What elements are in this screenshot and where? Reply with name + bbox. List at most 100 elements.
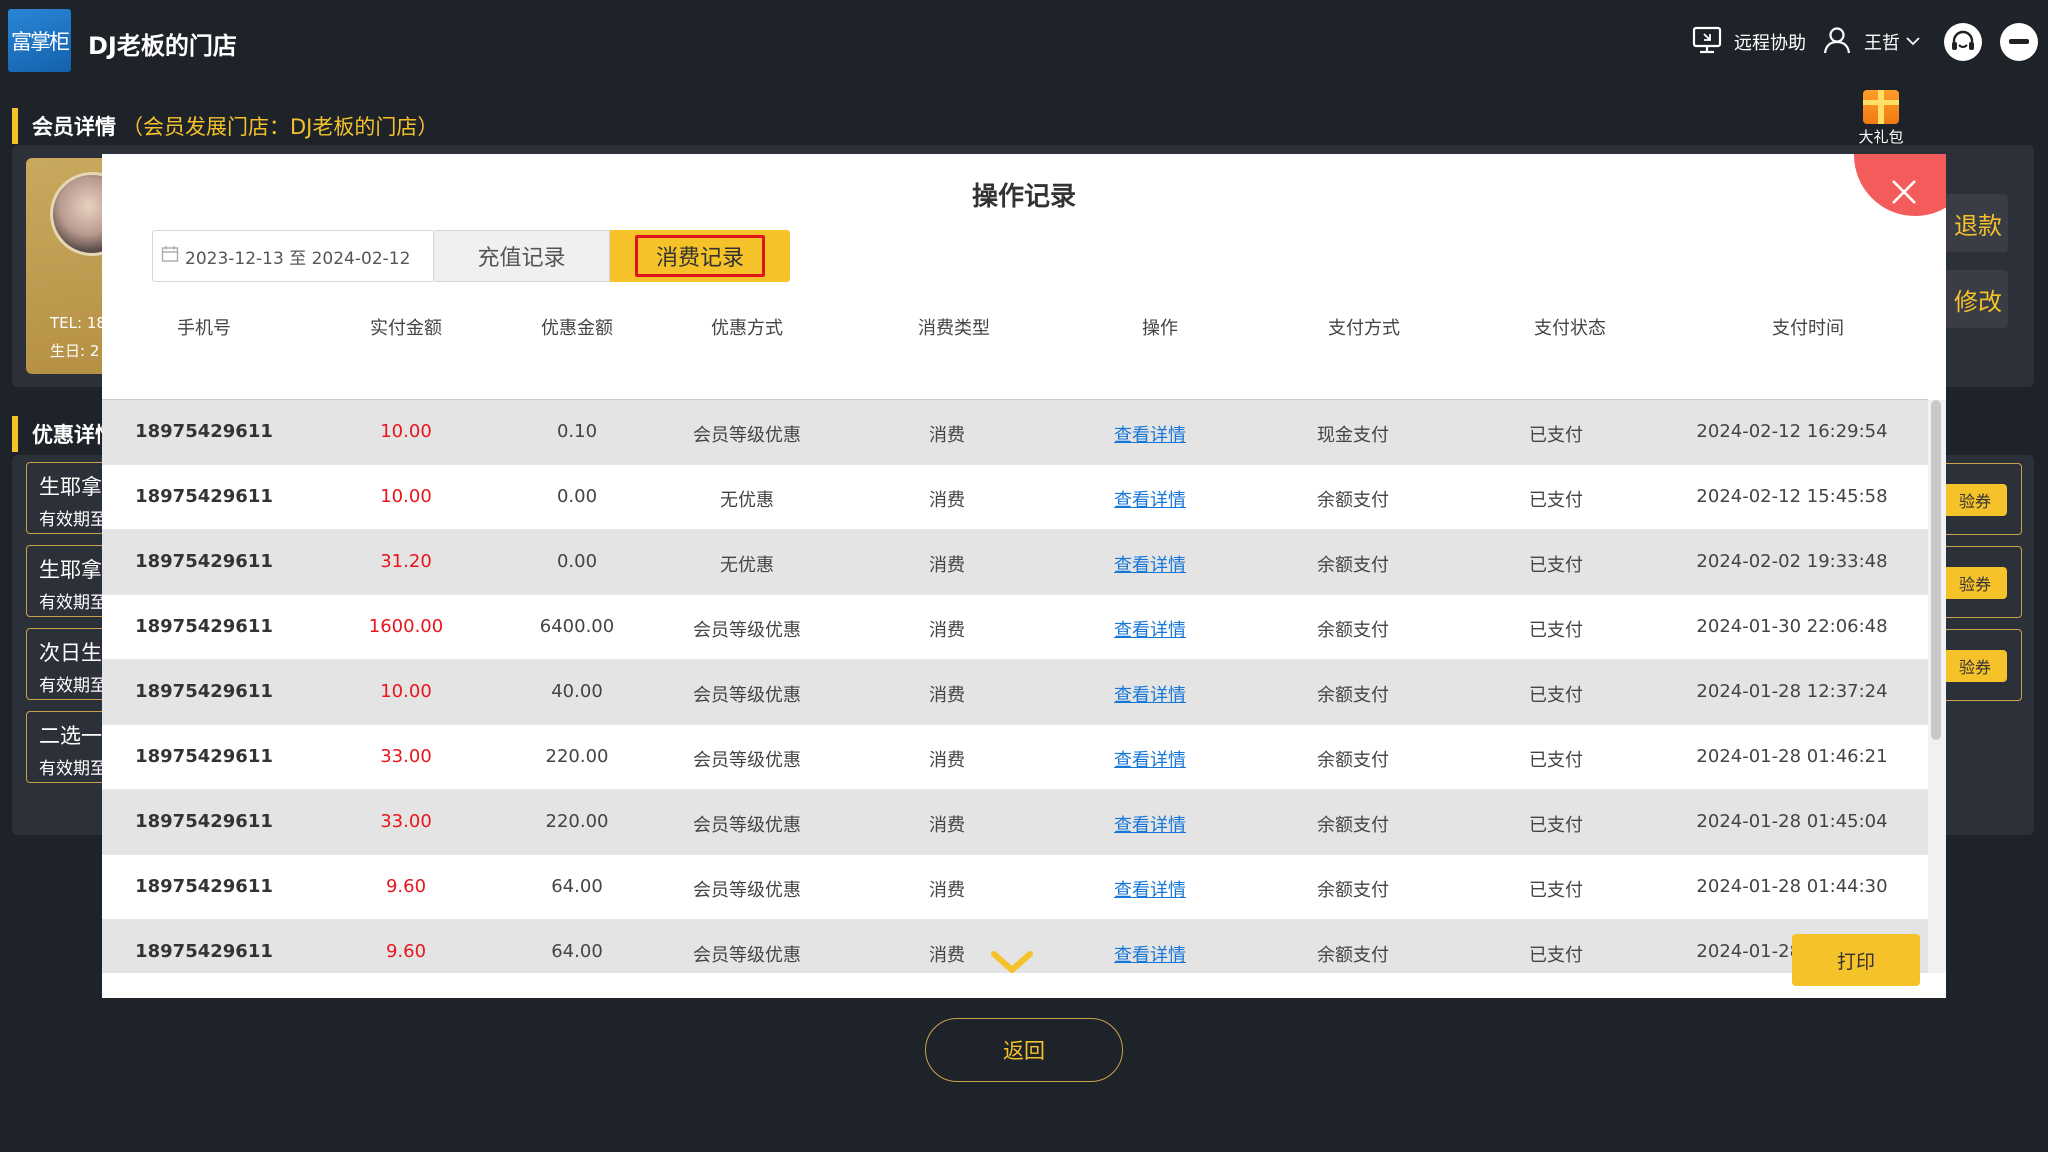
coupon-expiry: 有效期至 — [39, 593, 107, 613]
pay-status-cell: 已支付 — [1529, 750, 1583, 771]
support-button[interactable] — [1944, 22, 1982, 62]
view-details-link[interactable]: 查看详情 — [1114, 746, 1186, 772]
pay-status-cell: 已支付 — [1529, 620, 1583, 641]
view-details-link[interactable]: 查看详情 — [1114, 486, 1186, 512]
view-details-link[interactable]: 查看详情 — [1114, 421, 1186, 447]
print-button[interactable]: 打印 — [1792, 934, 1920, 986]
consume-type-cell: 消费 — [929, 620, 965, 641]
tab-recharge-records[interactable]: 充值记录 — [434, 230, 610, 282]
modify-label: 修改 — [1954, 287, 2002, 316]
coupon-name: 生耶拿 — [39, 475, 102, 499]
member-tel: TEL: 18 — [50, 314, 106, 332]
discount-method-cell: 无优惠 — [720, 490, 774, 511]
consume-type-cell: 消费 — [929, 555, 965, 576]
table-row: 18975429611 31.20 0.00 无优惠 消费 查看详情 余额支付 已支付 2024… — [102, 530, 1928, 595]
view-details-link[interactable]: 查看详情 — [1114, 876, 1186, 902]
view-details-link[interactable]: 查看详情 — [1114, 551, 1186, 577]
date-range-picker[interactable]: 2023-12-13 至 2024-02-12 — [152, 230, 434, 282]
consume-type-cell: 消费 — [929, 750, 965, 771]
gift-icon — [1863, 90, 1899, 124]
pay-status-cell: 已支付 — [1529, 880, 1583, 901]
pay-time-cell: 2024-02-12 16:29:54 — [1696, 421, 1888, 442]
col-discount-amount-header: 优惠金额 — [541, 318, 613, 339]
tab-consume-records[interactable]: 消费记录 — [610, 230, 790, 282]
back-button[interactable]: 返回 — [925, 1018, 1123, 1082]
verify-coupon-button[interactable]: 验券 — [1943, 650, 2007, 682]
pay-method-cell: 余额支付 — [1317, 555, 1389, 576]
operation-record-modal: 操作记录 2023-12-13 至 2024-02-12 充值记录 消费记录 手… — [102, 154, 1946, 998]
table-row: 18975429611 10.00 40.00 会员等级优惠 消费 查看详情 余额支付 已支付… — [102, 660, 1928, 725]
gift-pack-button[interactable]: 大礼包 — [1848, 90, 1914, 147]
view-details-link[interactable]: 查看详情 — [1114, 616, 1186, 642]
minus-icon — [2000, 23, 2038, 61]
discount-amount-cell: 0.10 — [556, 421, 598, 442]
view-details-link[interactable]: 查看详情 — [1114, 941, 1186, 967]
consume-type-cell: 消费 — [929, 685, 965, 706]
coupon-name: 生耶拿 — [39, 558, 102, 582]
minimize-button[interactable] — [2000, 22, 2038, 62]
table-body[interactable]: 18975429611 10.00 0.10 会员等级优惠 消费 查看详情 现金支付 已支付 2… — [102, 400, 1928, 973]
table-row: 18975429611 10.00 0.00 无优惠 消费 查看详情 余额支付 已支付 2024… — [102, 465, 1928, 530]
pay-method-cell: 余额支付 — [1317, 945, 1389, 966]
member-section-header: 会员详情 （会员发展门店：DJ老板的门店） — [12, 108, 438, 144]
paid-amount-cell: 10.00 — [380, 421, 432, 442]
pay-time-cell: 2024-01-28 12:37:24 — [1696, 681, 1888, 702]
section-accent-bar — [12, 108, 18, 144]
verify-coupon-button[interactable]: 验券 — [1943, 567, 2007, 599]
modal-title: 操作记录 — [971, 182, 1076, 212]
phone-cell: 18975429611 — [135, 616, 273, 637]
calendar-icon — [161, 245, 179, 268]
paid-amount-cell: 10.00 — [380, 486, 432, 507]
verify-coupon-button[interactable]: 验券 — [1943, 484, 2007, 516]
pay-method-cell: 余额支付 — [1317, 880, 1389, 901]
pay-method-cell: 余额支付 — [1317, 490, 1389, 511]
close-icon[interactable] — [1884, 172, 1924, 212]
pay-status-cell: 已支付 — [1529, 815, 1583, 836]
gift-label: 大礼包 — [1858, 128, 1904, 146]
view-details-link[interactable]: 查看详情 — [1114, 681, 1186, 707]
discount-amount-cell: 40.00 — [551, 681, 603, 702]
date-range-value: 2023-12-13 至 2024-02-12 — [185, 248, 411, 269]
load-more-button[interactable] — [988, 948, 1036, 976]
phone-cell: 18975429611 — [135, 876, 273, 897]
consume-type-cell: 消费 — [929, 490, 965, 511]
remote-help-button[interactable]: 远程协助 — [1692, 22, 1806, 62]
paid-amount-cell: 33.00 — [380, 746, 432, 767]
chevron-down-icon — [991, 951, 1033, 973]
store-name: DJ老板的门店 — [88, 32, 237, 60]
phone-cell: 18975429611 — [135, 551, 273, 572]
col-pay-status-header: 支付状态 — [1534, 318, 1606, 339]
pay-time-cell: 2024-01-28 01:44:30 — [1696, 876, 1888, 897]
discount-amount-cell: 64.00 — [551, 941, 603, 962]
phone-cell: 18975429611 — [135, 811, 273, 832]
paid-amount-cell: 9.60 — [385, 941, 427, 962]
discount-amount-cell: 0.00 — [556, 551, 598, 572]
discount-amount-cell: 220.00 — [545, 746, 609, 767]
pay-time-cell: 2024-01-28 01:45:04 — [1696, 811, 1888, 832]
scrollbar-thumb[interactable] — [1931, 400, 1941, 740]
paid-amount-cell: 10.00 — [380, 681, 432, 702]
back-label: 返回 — [1003, 1039, 1045, 1063]
consume-type-cell: 消费 — [929, 945, 965, 966]
phone-cell: 18975429611 — [135, 421, 273, 442]
view-details-link[interactable]: 查看详情 — [1114, 811, 1186, 837]
table-row: 18975429611 1600.00 6400.00 会员等级优惠 消费 查看详情 余额支… — [102, 595, 1928, 660]
member-section-title: 会员详情 — [32, 115, 116, 139]
modify-button[interactable]: 修改 — [1938, 270, 2008, 328]
consume-type-cell: 消费 — [929, 815, 965, 836]
user-menu[interactable]: 王哲 — [1822, 22, 1920, 62]
tab-recharge-label: 充值记录 — [477, 246, 566, 271]
table-row: 18975429611 9.60 64.00 会员等级优惠 消费 查看详情 余额支付 已支付 2… — [102, 855, 1928, 920]
pay-status-cell: 已支付 — [1529, 685, 1583, 706]
refund-label: 退款 — [1954, 211, 2002, 240]
discount-amount-cell: 0.00 — [556, 486, 598, 507]
coupon-expiry: 有效期至 — [39, 759, 107, 779]
table-scrollbar[interactable] — [1928, 400, 1946, 973]
pay-method-cell: 余额支付 — [1317, 815, 1389, 836]
table-row: 18975429611 10.00 0.10 会员等级优惠 消费 查看详情 现金支付 已支付 2… — [102, 400, 1928, 465]
member-birthday: 生日: 2 — [50, 342, 100, 360]
discount-method-cell: 会员等级优惠 — [693, 685, 801, 706]
pay-status-cell: 已支付 — [1529, 490, 1583, 511]
refund-button[interactable]: 退款 — [1938, 194, 2008, 252]
pay-method-cell: 现金支付 — [1317, 425, 1389, 446]
